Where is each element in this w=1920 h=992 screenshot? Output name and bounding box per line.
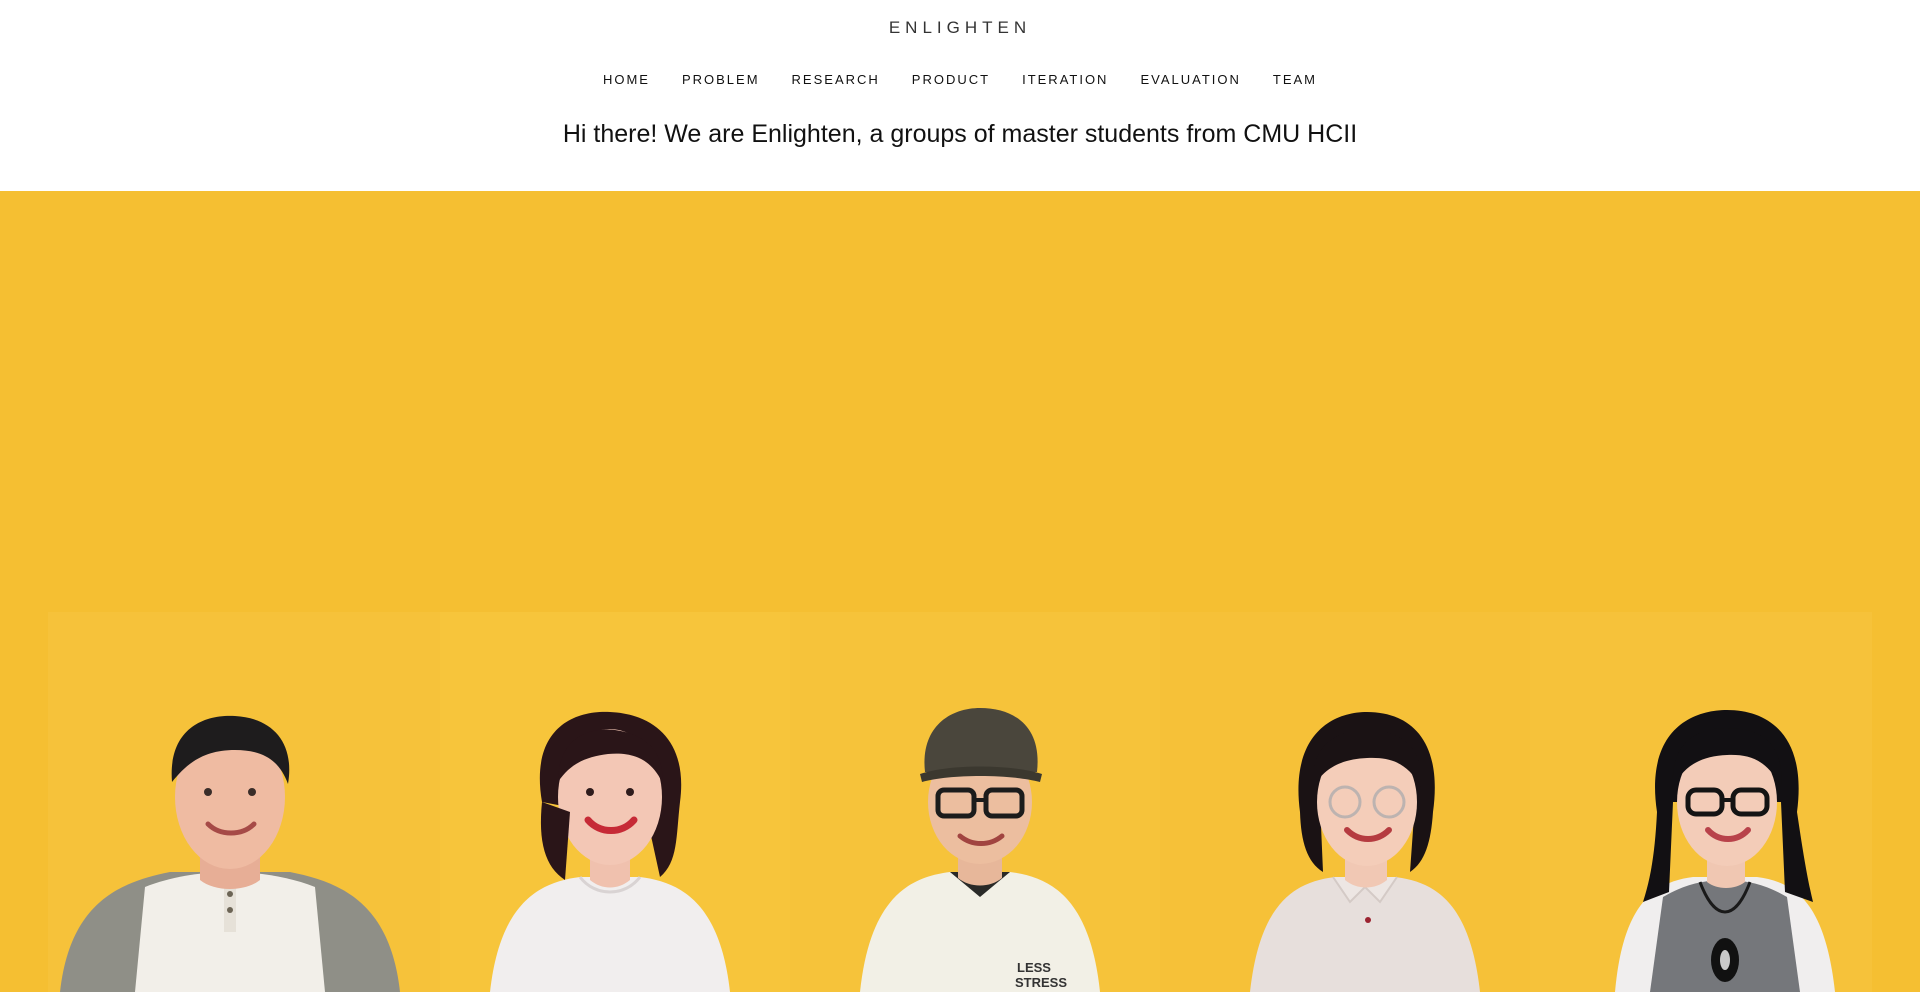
nav-iteration[interactable]: ITERATION xyxy=(1022,72,1108,87)
nav-evaluation[interactable]: EVALUATION xyxy=(1140,72,1240,87)
team-tagline: Hi there! We are Enlighten, a groups of … xyxy=(562,120,1358,148)
nav-problem[interactable]: PROBLEM xyxy=(682,72,760,87)
team-hero: LESS STRESS xyxy=(0,191,1920,992)
team-member-photo-2 xyxy=(490,711,730,992)
team-member-photo-3: LESS STRESS xyxy=(860,708,1100,992)
svg-text:LESS: LESS xyxy=(1017,960,1051,975)
team-member-photo-1 xyxy=(60,715,400,992)
nav-home[interactable]: HOME xyxy=(603,72,650,87)
nav-research[interactable]: RESEARCH xyxy=(792,72,880,87)
site-logo-wordmark[interactable]: ENLIGHTEN xyxy=(0,18,1920,38)
nav-team[interactable]: TEAM xyxy=(1273,72,1317,87)
team-member-photo-5 xyxy=(1615,710,1835,992)
team-member-photo-4 xyxy=(1250,712,1480,992)
nav-product[interactable]: PRODUCT xyxy=(912,72,990,87)
main-nav: HOME PROBLEM RESEARCH PRODUCT ITERATION … xyxy=(0,72,1920,87)
site-header: ENLIGHTEN HOME PROBLEM RESEARCH PRODUCT … xyxy=(0,0,1920,191)
svg-text:STRESS: STRESS xyxy=(1015,975,1067,990)
